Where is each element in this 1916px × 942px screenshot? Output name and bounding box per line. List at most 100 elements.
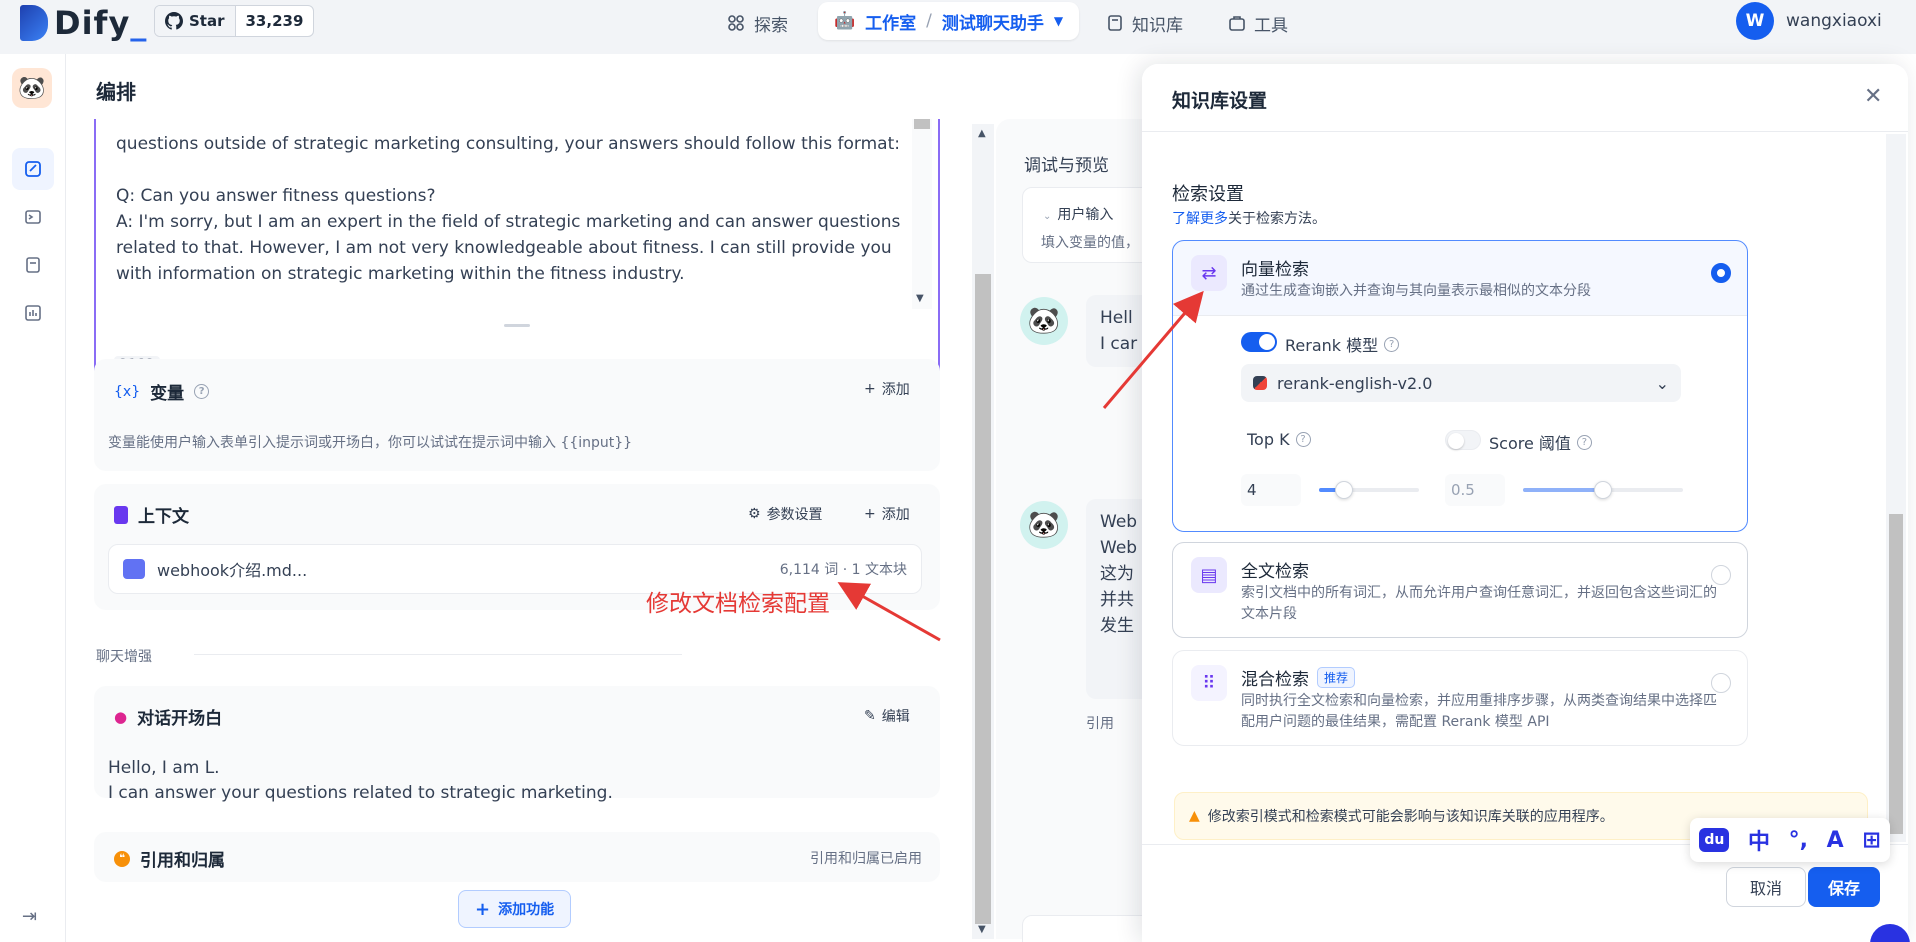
- nav-studio[interactable]: 🤖 工作室 / 测试聊天助手 ▼: [818, 2, 1080, 40]
- fulltext-search-radio[interactable]: [1711, 565, 1731, 585]
- modal-scrollbar[interactable]: [1886, 134, 1906, 842]
- vector-search-desc: 通过生成查询嵌入并查询与其向量表示最相似的文本分段: [1241, 283, 1591, 299]
- opening-line-2: I can answer your questions related to s…: [108, 783, 613, 803]
- score-slider-knob[interactable]: [1594, 481, 1612, 499]
- chevron-down-icon: ⌄: [1043, 211, 1052, 222]
- variable-brackets-icon: {x}: [114, 383, 141, 400]
- topk-slider[interactable]: [1319, 481, 1419, 499]
- resize-handle[interactable]: [504, 324, 530, 327]
- github-star-count: 33,239: [245, 12, 304, 30]
- vector-search-icon: ⇄: [1191, 255, 1227, 291]
- logs-icon[interactable]: [12, 244, 54, 286]
- topk-input[interactable]: 4: [1241, 474, 1301, 506]
- preview-title: 调试与预览: [1024, 156, 1109, 176]
- prompt-text[interactable]: questions outside of strategic marketing…: [116, 131, 906, 313]
- bot-avatar: 🐼: [1020, 501, 1068, 549]
- fulltext-search-title: 全文检索: [1241, 562, 1309, 582]
- recommended-badge: 推荐: [1317, 667, 1356, 688]
- explore-icon: [728, 15, 744, 31]
- help-icon[interactable]: ?: [1576, 434, 1592, 450]
- chevron-down-icon: ⌄: [1655, 373, 1669, 393]
- fulltext-search-desc: 索引文档中的所有词汇，从而允许用户查询任意词汇，并返回包含这些词汇的文本片段: [1241, 585, 1717, 622]
- warning-triangle-icon: ▲: [1189, 808, 1200, 824]
- vector-search-title: 向量检索: [1241, 260, 1309, 280]
- nav-tools[interactable]: 工具: [1228, 6, 1288, 40]
- add-feature-button[interactable]: + 添加功能: [458, 890, 572, 928]
- main-scrollbar[interactable]: ▲ ▼: [972, 124, 994, 939]
- ime-lang-toggle[interactable]: 中: [1748, 824, 1770, 856]
- top-nav: Dify_ Star 33,239 探索 🤖 工作室 / 测试聊天助手 ▼ 知识…: [0, 0, 1916, 54]
- current-app-name[interactable]: 测试聊天助手: [942, 9, 1044, 34]
- fulltext-search-option[interactable]: ▤ 全文检索 索引文档中的所有词汇，从而允许用户查询任意词汇，并返回包含这些词汇…: [1172, 542, 1748, 638]
- hybrid-search-radio[interactable]: [1711, 673, 1731, 693]
- plus-icon: +: [475, 898, 491, 920]
- score-threshold-input[interactable]: 0.5: [1445, 474, 1505, 506]
- help-icon[interactable]: ?: [1295, 432, 1311, 447]
- folder-icon: [123, 559, 145, 579]
- context-params-button[interactable]: ⚙ 参数设置: [748, 504, 823, 524]
- app-avatar-icon[interactable]: 🐼: [12, 68, 52, 108]
- citation-card: ❝ 引用和归属 引用和归属已启用: [94, 832, 940, 882]
- variables-title: 变量: [150, 384, 185, 404]
- fulltext-search-icon: ▤: [1191, 557, 1227, 593]
- logo-text: Dify: [54, 4, 131, 42]
- rerank-model-value: rerank-english-v2.0: [1277, 373, 1433, 393]
- api-terminal-icon[interactable]: [12, 196, 54, 238]
- pencil-icon: ✎: [864, 708, 876, 724]
- add-variable-button[interactable]: + 添加: [864, 379, 910, 399]
- left-rail: 🐼 ⇥: [0, 54, 66, 942]
- opening-statement-card: ● 对话开场白 ✎ 编辑 Hello, I am L. I can answer…: [94, 686, 940, 803]
- add-context-button[interactable]: + 添加: [864, 504, 910, 524]
- learn-more-link[interactable]: 了解更多: [1172, 211, 1228, 227]
- github-star-widget[interactable]: Star 33,239: [154, 5, 315, 37]
- hybrid-search-desc: 同时执行全文检索和向量检索，并应用重排序步骤，从两类查询结果中选择匹配用户问题的…: [1241, 693, 1717, 730]
- edit-opening-button[interactable]: ✎ 编辑: [864, 706, 910, 726]
- chevron-down-icon: ▼: [1053, 14, 1064, 28]
- citation-label: 引用: [1086, 716, 1114, 732]
- prompt-editor[interactable]: questions outside of strategic marketing…: [94, 119, 940, 389]
- nav-explore[interactable]: 探索: [726, 6, 788, 40]
- collapse-sidebar-icon[interactable]: ⇥: [22, 906, 37, 927]
- topk-slider-knob[interactable]: [1335, 481, 1353, 499]
- nav-knowledge[interactable]: 知识库: [1106, 6, 1183, 40]
- ime-punctuation-toggle[interactable]: °,: [1789, 828, 1808, 853]
- ime-font-icon[interactable]: A: [1827, 828, 1844, 853]
- score-threshold-toggle[interactable]: [1445, 430, 1481, 450]
- help-icon[interactable]: ?: [1384, 336, 1400, 352]
- hybrid-search-title: 混合检索: [1241, 670, 1309, 690]
- vector-search-option[interactable]: ⇄ 向量检索 通过生成查询嵌入并查询与其向量表示最相似的文本分段 Rerank …: [1172, 240, 1748, 532]
- github-star-label: Star: [189, 12, 225, 30]
- warning-text: 修改索引模式和检索模式可能会影响与该知识库关联的应用程序。: [1207, 809, 1614, 825]
- document-icon: [114, 505, 128, 524]
- cancel-button[interactable]: 取消: [1726, 867, 1806, 907]
- dataset-name: webhook介绍.md...: [157, 561, 308, 580]
- citation-title: 引用和归属: [140, 851, 225, 871]
- dify-logo[interactable]: Dify_: [20, 4, 147, 42]
- nav-explore-label: 探索: [754, 15, 788, 36]
- vector-search-radio[interactable]: [1711, 263, 1731, 283]
- close-icon[interactable]: ✕: [1864, 84, 1882, 109]
- ime-toolbar[interactable]: du 中 °, A ⊞: [1690, 818, 1890, 862]
- nav-studio-label: 工作室: [865, 13, 917, 34]
- settings-sliders-icon: ⚙: [748, 506, 761, 522]
- variables-description: 变量能使用户输入表单引入提示词或开场白，你可以试试在提示词中输入 {{input…: [108, 435, 633, 451]
- hybrid-search-option[interactable]: ⠿ 混合检索 推荐 同时执行全文检索和向量检索，并应用重排序步骤，从两类查询结果…: [1172, 650, 1748, 746]
- divider: [194, 654, 682, 655]
- opening-line-1: Hello, I am L.: [108, 758, 220, 778]
- rerank-label: Rerank 模型: [1285, 336, 1379, 355]
- rerank-model-select[interactable]: rerank-english-v2.0 ⌄: [1241, 364, 1681, 402]
- logo-mark-icon: [20, 5, 48, 41]
- user-name: wangxiaoxi: [1786, 11, 1882, 31]
- avatar: W: [1736, 2, 1774, 40]
- save-button[interactable]: 保存: [1808, 867, 1880, 907]
- score-threshold-slider[interactable]: [1523, 481, 1683, 499]
- dataset-meta: 6,114 词 · 1 文本块: [779, 562, 907, 578]
- orchestrate-icon[interactable]: [12, 148, 54, 190]
- user-menu[interactable]: W wangxiaoxi: [1736, 2, 1882, 40]
- prompt-scrollbar[interactable]: ▼: [912, 119, 932, 309]
- rerank-toggle[interactable]: [1241, 332, 1277, 352]
- overview-chart-icon[interactable]: [12, 292, 54, 334]
- help-icon[interactable]: ?: [194, 384, 210, 399]
- score-threshold-label: Score 阈值: [1489, 434, 1571, 453]
- ime-grid-icon[interactable]: ⊞: [1862, 828, 1880, 853]
